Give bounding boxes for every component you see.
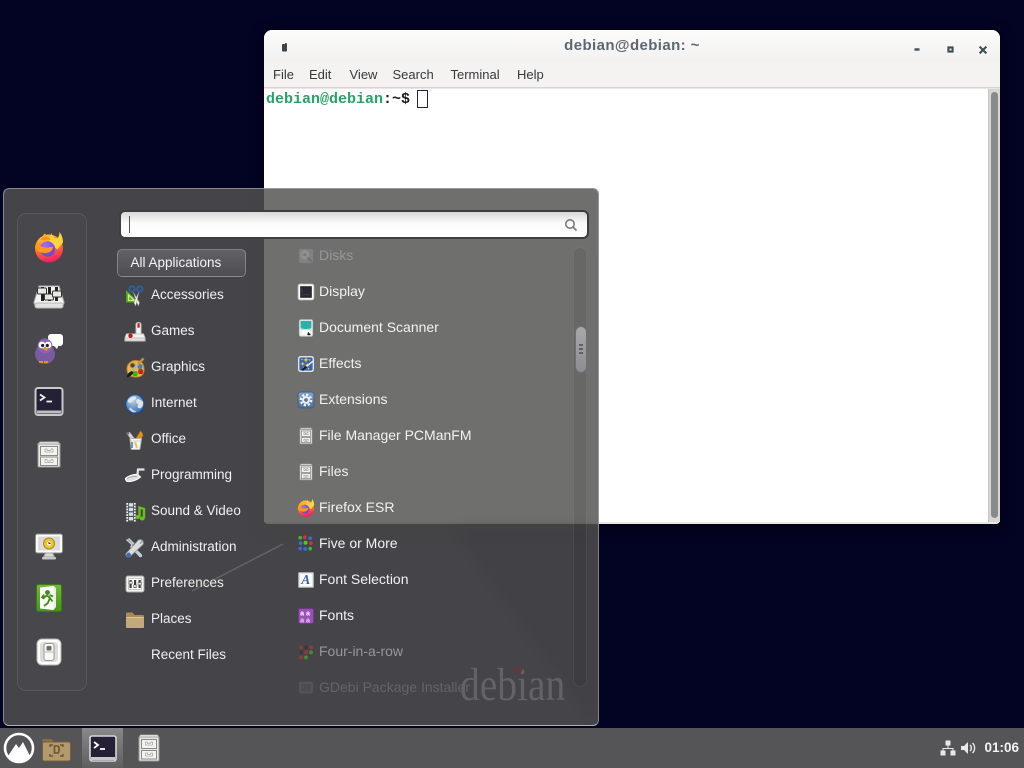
svg-text:a a: a a [300, 616, 310, 624]
